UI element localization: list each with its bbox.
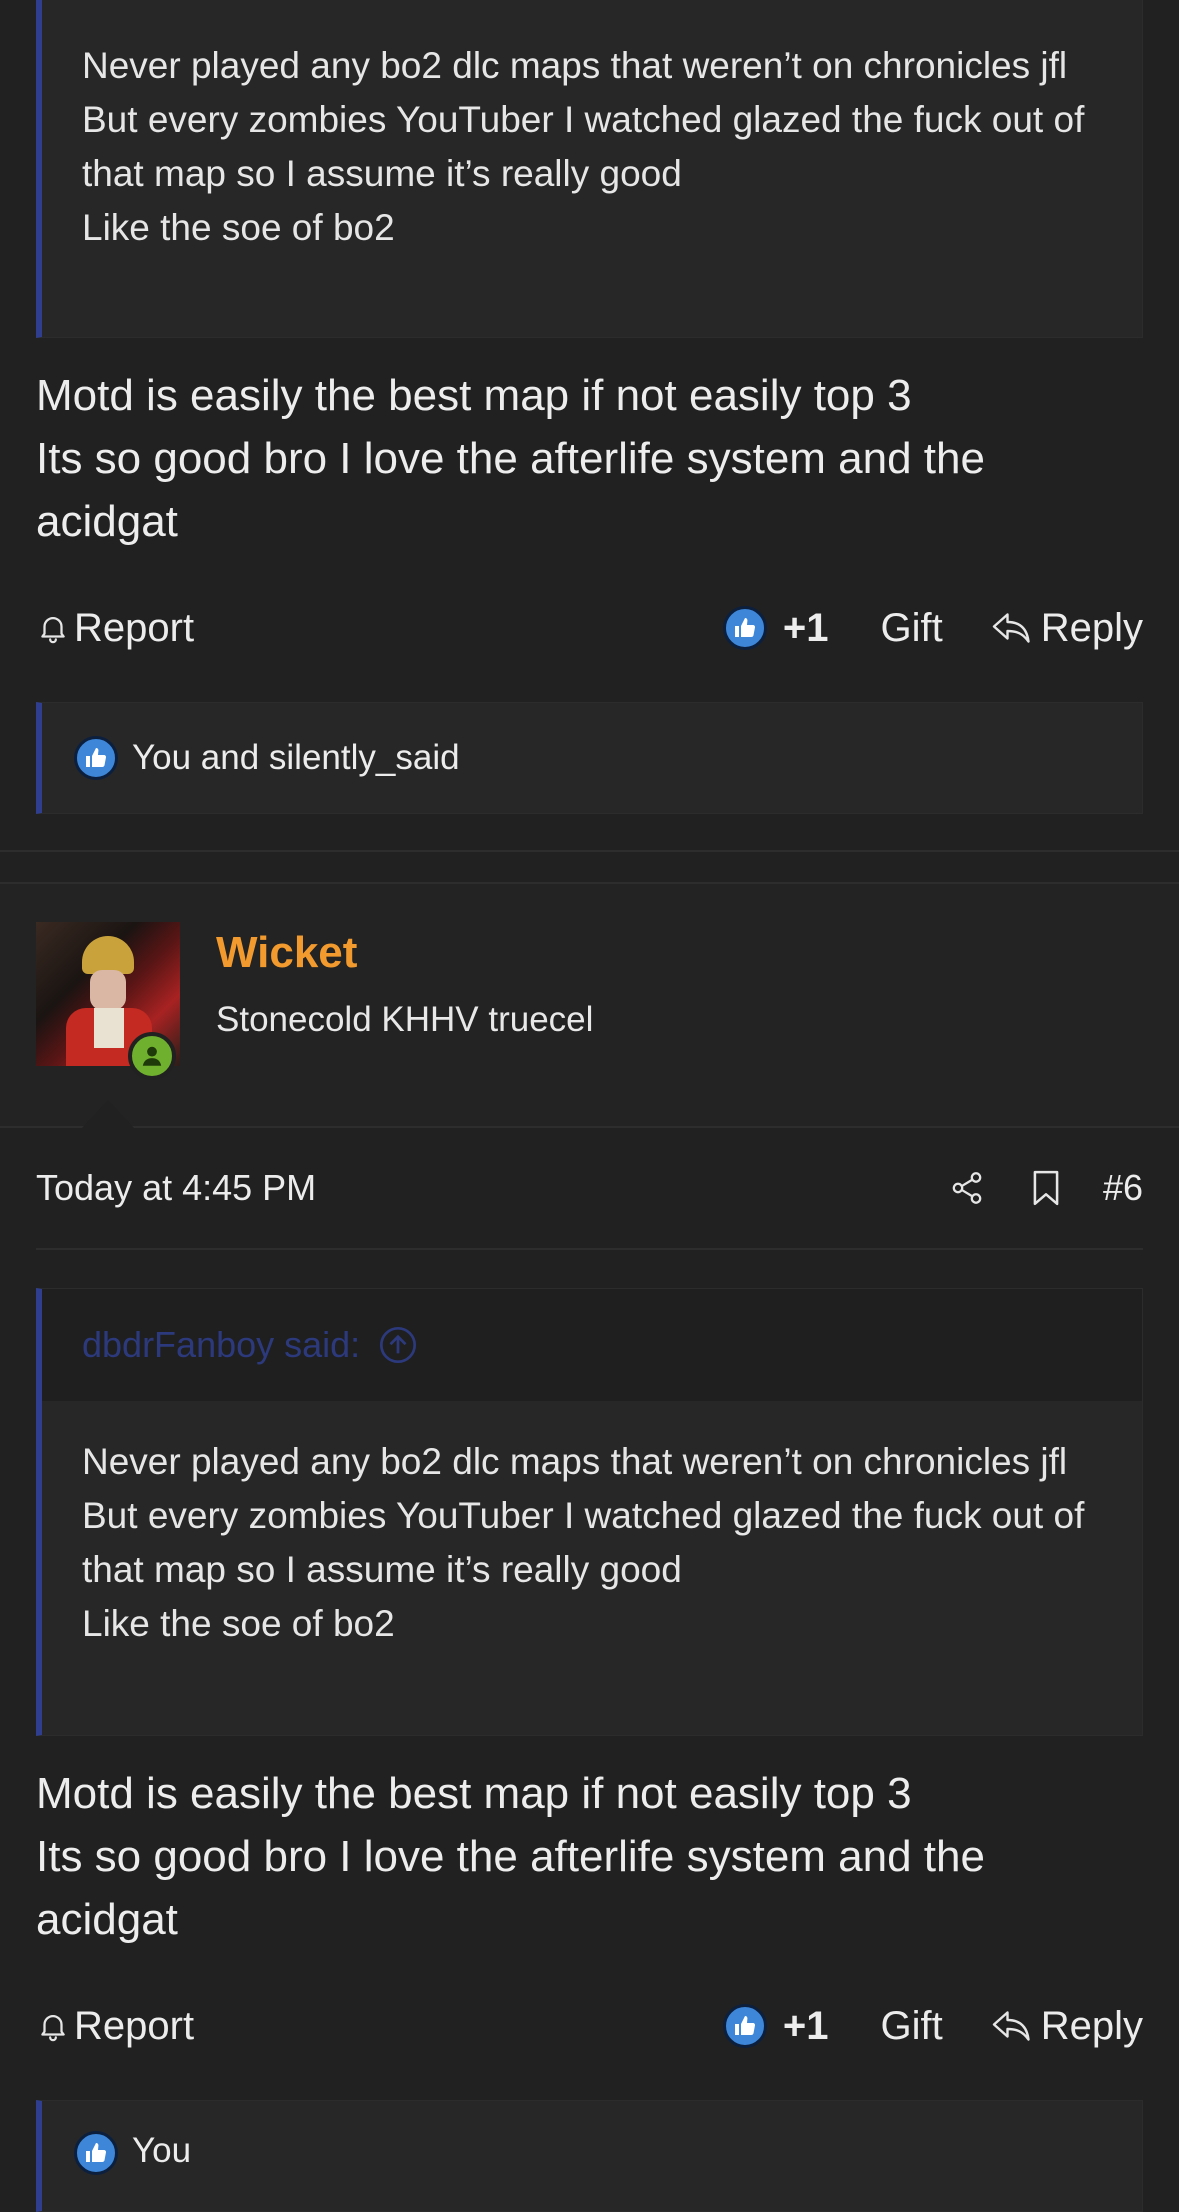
quote-content: Never played any bo2 dlc maps that weren…: [42, 1401, 1142, 1687]
header-bottom-divider: [0, 1126, 1179, 1128]
reaction-summary[interactable]: +1: [722, 2003, 829, 2049]
share-icon[interactable]: [949, 1169, 985, 1207]
thumbs-up-icon: [722, 2004, 767, 2048]
post-date[interactable]: Today at 4:45 PM: [36, 1167, 316, 1209]
reply-arrow-icon: [991, 610, 1033, 646]
quote-header[interactable]: dbdrFanboy said:: [42, 1289, 1142, 1401]
likes-bar[interactable]: You and silently_said: [36, 702, 1143, 814]
avatar-collar: [94, 1008, 124, 1048]
reply-label: Reply: [1040, 605, 1143, 650]
report-label: Report: [74, 605, 195, 650]
report-button[interactable]: Report: [36, 606, 194, 651]
avatar-pointer: [82, 1100, 134, 1128]
report-button[interactable]: Report: [36, 2004, 194, 2049]
user-online-icon: [128, 1032, 176, 1080]
message-line: Its so good bro I love the afterlife sys…: [36, 1832, 985, 1944]
likes-text: You: [132, 2131, 192, 2170]
username[interactable]: Wicket: [216, 928, 357, 978]
user-title: Stonecold KHHV truecel: [216, 1000, 594, 1039]
quote-block: Never played any bo2 dlc maps that weren…: [36, 0, 1143, 338]
reaction-summary[interactable]: +1: [722, 605, 829, 651]
reply-label: Reply: [1040, 2003, 1143, 2048]
reaction-count: +1: [782, 2003, 829, 2048]
likes-text: You and silently_said: [132, 738, 460, 777]
thumbs-up-icon: [74, 736, 118, 780]
post-actions: Report +1 Gift Reply: [36, 598, 1143, 658]
gift-button[interactable]: Gift: [881, 606, 943, 651]
message-line: Motd is easily the best map if not easil…: [36, 1769, 912, 1818]
reaction-count: +1: [782, 605, 829, 650]
post-actions: Report +1 Gift Reply: [36, 1996, 1143, 2056]
thumbs-up-icon: [722, 606, 767, 650]
message-line: Its so good bro I love the afterlife sys…: [36, 434, 985, 546]
post-message: Motd is easily the best map if not easil…: [36, 364, 1136, 553]
bell-icon: [36, 610, 70, 646]
quote-line: But every zombies YouTuber I watched gla…: [82, 1495, 1085, 1590]
quote-line: Like the soe of bo2: [82, 207, 395, 248]
quote-line: Like the soe of bo2: [82, 1603, 395, 1644]
report-label: Report: [74, 2003, 195, 2048]
reply-button[interactable]: Reply: [991, 2004, 1143, 2049]
meta-divider: [36, 1248, 1143, 1250]
post-divider: [0, 850, 1179, 852]
quote-content: Never played any bo2 dlc maps that weren…: [42, 0, 1142, 291]
quote-line: But every zombies YouTuber I watched gla…: [82, 99, 1085, 194]
gift-button[interactable]: Gift: [881, 2004, 943, 2049]
likes-bar[interactable]: You: [36, 2100, 1143, 2212]
avatar-face: [90, 970, 126, 1010]
reply-arrow-icon: [991, 2008, 1033, 2044]
header-divider: [0, 882, 1179, 884]
post-meta: Today at 4:45 PM #6: [36, 1160, 1143, 1216]
thumbs-up-icon: [74, 2131, 118, 2175]
post-number[interactable]: #6: [1103, 1167, 1143, 1209]
quote-author[interactable]: dbdrFanboy said:: [82, 1324, 360, 1366]
reply-button[interactable]: Reply: [991, 606, 1143, 651]
avatar-helmet: [82, 936, 134, 974]
arrow-up-circle-icon[interactable]: [378, 1325, 418, 1365]
post-message: Motd is easily the best map if not easil…: [36, 1762, 1136, 1951]
bell-icon: [36, 2008, 70, 2044]
bookmark-icon[interactable]: [1029, 1169, 1063, 1207]
quote-line: Never played any bo2 dlc maps that weren…: [82, 1441, 1068, 1482]
message-line: Motd is easily the best map if not easil…: [36, 371, 912, 420]
quote-line: Never played any bo2 dlc maps that weren…: [82, 45, 1068, 86]
quote-block: dbdrFanboy said: Never played any bo2 dl…: [36, 1288, 1143, 1736]
